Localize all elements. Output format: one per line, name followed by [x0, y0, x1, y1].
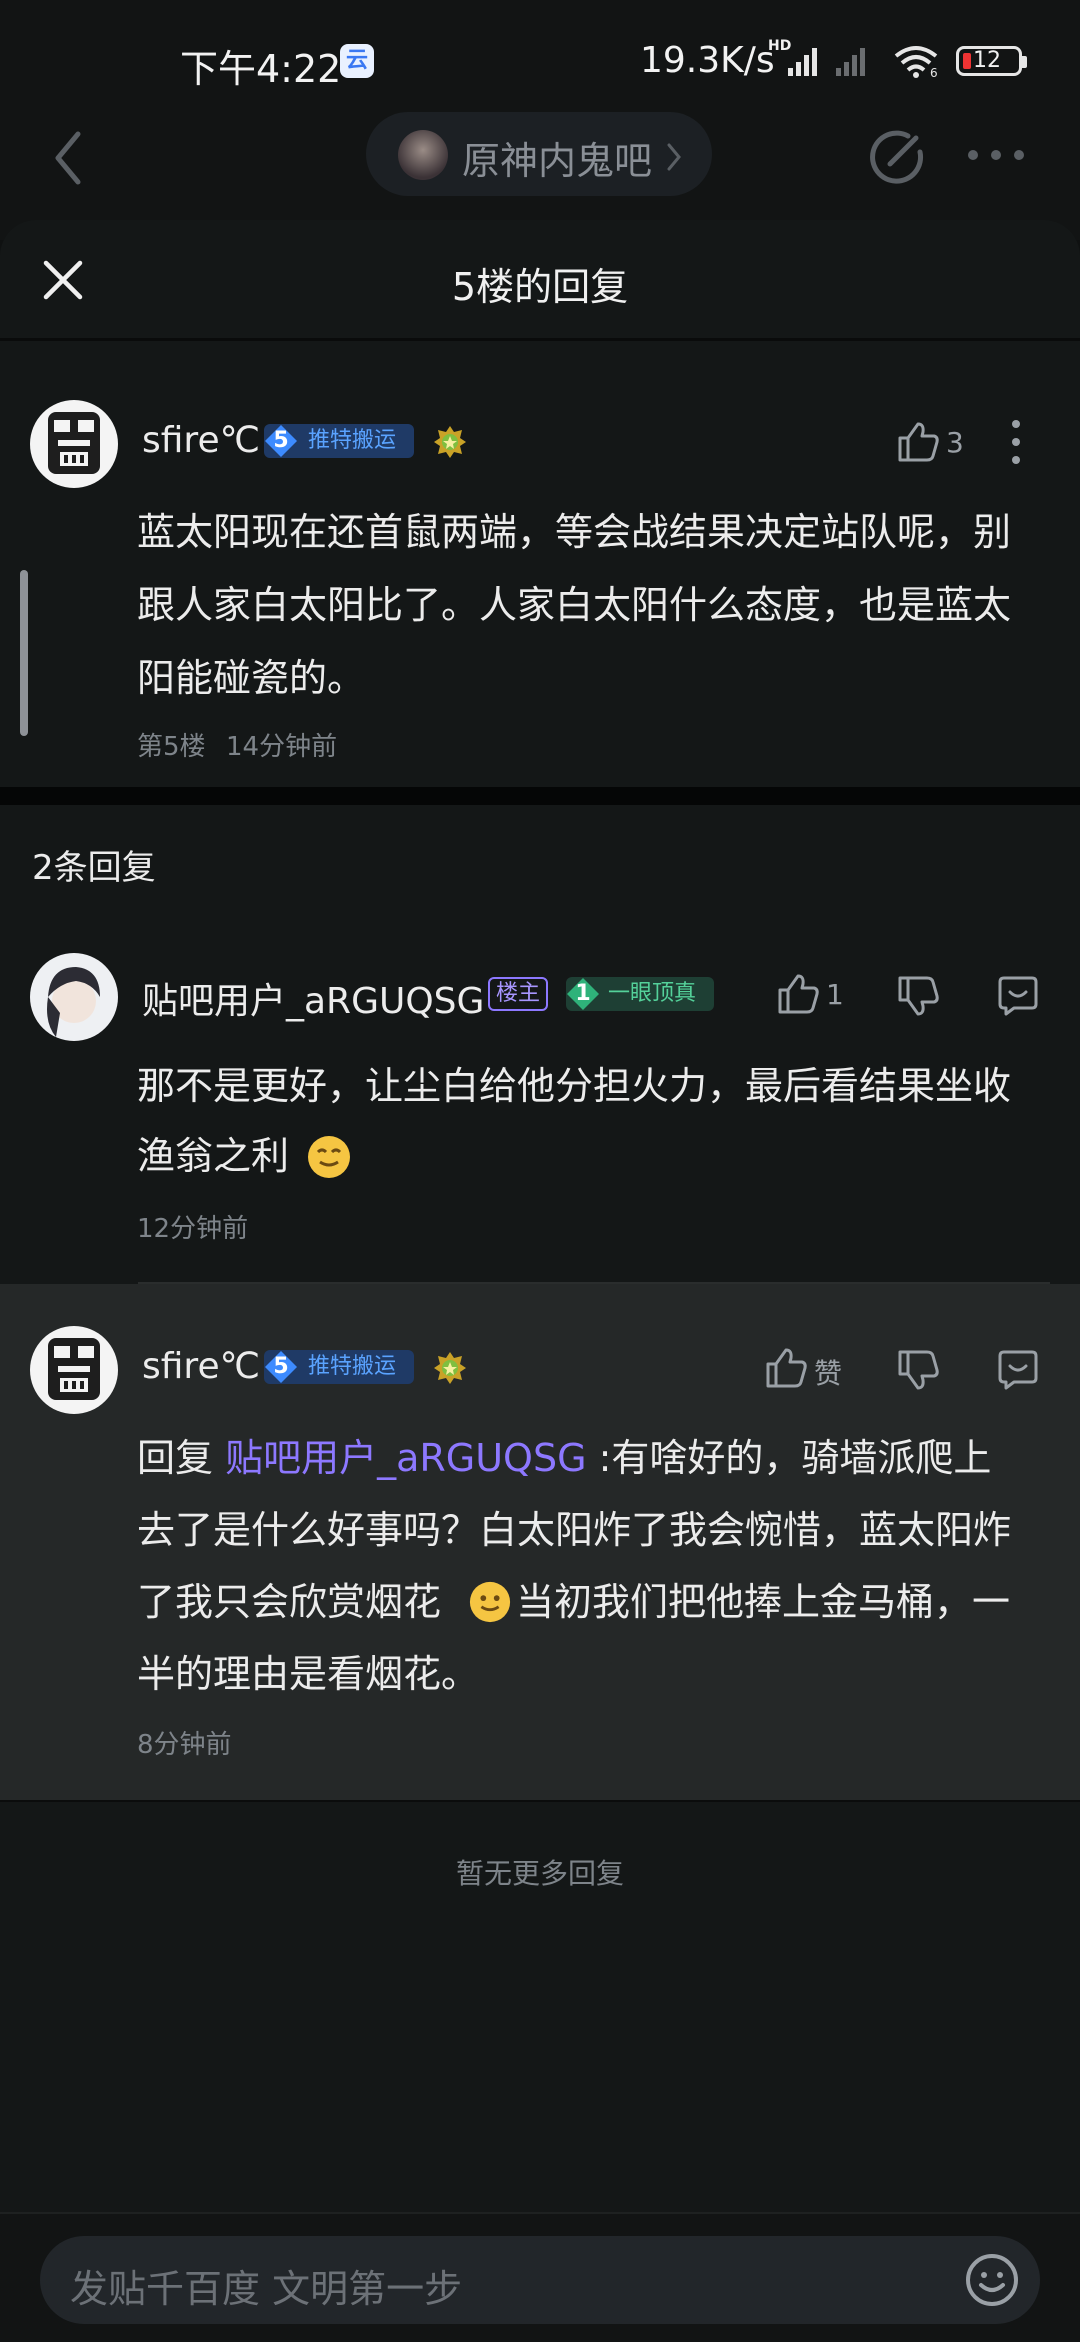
- sheet-title: 5楼的回复: [451, 265, 629, 309]
- reply-text: :有啥好的，骑墙派爬上: [586, 1436, 992, 1480]
- thumbs-down-icon[interactable]: [896, 974, 940, 1018]
- medal-icon: [434, 426, 466, 458]
- mention-link[interactable]: 贴吧用户_aRGUQSG: [225, 1436, 586, 1480]
- level-badge: 5 推特搬运: [264, 1350, 414, 1384]
- emoji-smile-icon: [469, 1581, 511, 1623]
- forum-avatar: [398, 130, 448, 180]
- thumbs-up-icon[interactable]: [764, 1346, 808, 1390]
- wifi-label: 6: [930, 66, 938, 78]
- more-icon[interactable]: [966, 148, 1026, 162]
- avatar[interactable]: [30, 400, 118, 488]
- username[interactable]: 贴吧用户_aRGUQSG: [142, 972, 484, 1024]
- back-icon[interactable]: [50, 128, 86, 188]
- level-badge: 5 推特搬运: [264, 424, 414, 458]
- forum-name[interactable]: 原神内鬼吧: [462, 130, 652, 185]
- post-line-2: 跟人家白太阳比了。人家白太阳什么态度，也是蓝太: [137, 583, 1012, 627]
- level-title: 推特搬运: [308, 428, 397, 453]
- emoji-icon[interactable]: [964, 2252, 1020, 2308]
- post-line-1: 蓝太阳现在还首鼠两端，等会战结果决定站队呢，别: [137, 510, 1012, 554]
- username[interactable]: sfire℃: [142, 1346, 260, 1387]
- reply-prefix: 回复: [137, 1436, 226, 1480]
- level-number: 1: [575, 981, 591, 1006]
- chevron-right-icon: [667, 143, 681, 171]
- anime-avatar-icon: [47, 967, 100, 1037]
- thumbs-up-icon[interactable]: [776, 972, 820, 1016]
- reply-line-1: 回复 贴吧用户_aRGUQSG :有啥好的，骑墙派爬上: [137, 1422, 991, 1495]
- reply-line-4: 半的理由是看烟花。: [137, 1652, 480, 1696]
- edit-icon[interactable]: [868, 128, 926, 186]
- like-count: 1: [826, 978, 844, 1011]
- reply-line-2: 渔翁之利: [137, 1134, 290, 1178]
- thumbs-up-icon[interactable]: [896, 420, 940, 464]
- level-number: 5: [273, 428, 289, 453]
- battery-cap: [1022, 56, 1027, 68]
- thumbs-down-icon[interactable]: [896, 1348, 940, 1392]
- tiki-mask-avatar-icon: [48, 412, 100, 474]
- username[interactable]: sfire℃: [142, 420, 260, 461]
- battery-text: 12: [973, 48, 1001, 73]
- level-title: 推特搬运: [308, 1354, 397, 1379]
- like-count: 3: [946, 426, 964, 459]
- reply-icon[interactable]: [996, 974, 1040, 1018]
- scrollbar[interactable]: [20, 570, 28, 736]
- reply-icon[interactable]: [996, 1348, 1040, 1392]
- reply-line-2: 去了是什么好事吗？白太阳炸了我会惋惜，蓝太阳炸: [137, 1508, 1012, 1552]
- post-time: 14分钟前: [226, 732, 338, 762]
- level-title: 一眼顶真: [608, 981, 697, 1006]
- reply-separator: [0, 1800, 1080, 1802]
- reply-line-3a: 了我只会欣赏烟花: [137, 1580, 442, 1624]
- app-notification-icon: 云: [340, 44, 374, 78]
- level-number: 5: [273, 1354, 289, 1379]
- battery-icon: 12: [956, 46, 1022, 76]
- like-label[interactable]: 赞: [814, 1352, 842, 1392]
- signal-icon: [788, 48, 817, 76]
- more-options-icon[interactable]: [1008, 418, 1024, 466]
- op-tag: 楼主: [488, 977, 549, 1011]
- tiki-mask-avatar-icon: [48, 1338, 100, 1400]
- reply-line-3b: 当初我们把他捧上金马桶，一: [516, 1580, 1011, 1624]
- section-divider: [0, 787, 1080, 805]
- emoji-smug-icon: [308, 1136, 350, 1178]
- input-placeholder[interactable]: 发贴千百度 文明第一步: [70, 2258, 462, 2313]
- post-line-3: 阳能碰瓷的。: [137, 656, 366, 700]
- medal-icon: [434, 1352, 466, 1384]
- reply-line-1: 那不是更好，让尘白给他分担火力，最后看结果坐收: [137, 1064, 1012, 1108]
- status-time: 下午4:22: [180, 47, 342, 91]
- floor-number: 第5楼: [137, 732, 206, 762]
- avatar[interactable]: [30, 1326, 118, 1414]
- network-speed: 19.3K/s: [640, 40, 775, 81]
- reply-time: 8分钟前: [137, 1730, 232, 1760]
- reply-time: 12分钟前: [137, 1214, 249, 1244]
- avatar[interactable]: [30, 953, 118, 1041]
- no-more-replies: 暂无更多回复: [455, 1857, 624, 1890]
- wifi-icon: 6: [894, 46, 938, 78]
- signal-weak-icon: [836, 48, 865, 76]
- level-badge: 1 一眼顶真: [566, 977, 714, 1011]
- reply-count: 2条回复: [32, 848, 156, 888]
- battery-level: [963, 53, 971, 69]
